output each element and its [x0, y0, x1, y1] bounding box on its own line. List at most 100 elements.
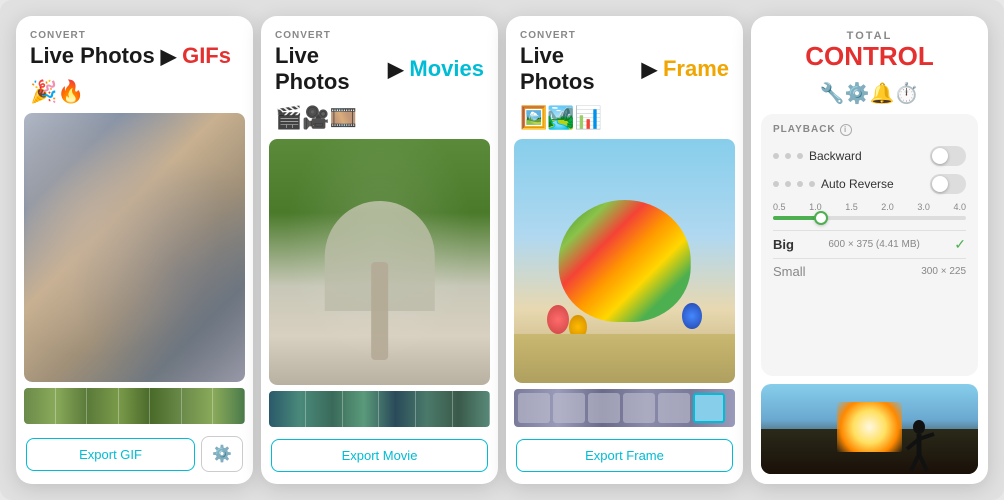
gif-title-row: Live Photos ▶ GIFs [30, 43, 239, 69]
export-movie-button[interactable]: Export Movie [271, 439, 488, 472]
slider-labels: 0.5 1.0 1.5 2.0 3.0 4.0 [773, 202, 966, 212]
frame-thumb-selected[interactable] [693, 393, 725, 423]
gif-image [24, 113, 245, 382]
fwd-dot3 [797, 181, 803, 187]
movie-title-target: Movies [409, 56, 484, 82]
control-header: TOTAL CONTROL [751, 16, 988, 79]
slider-label-30: 3.0 [917, 202, 930, 212]
film-cell [306, 391, 343, 427]
control-title: CONTROL [765, 42, 974, 71]
movie-header: CONVERT Live Photos ▶ Movies [261, 16, 498, 101]
frame-thumb[interactable] [588, 393, 620, 423]
auto-reverse-row: Auto Reverse [773, 174, 966, 194]
gear-icon: ⚙️ [212, 444, 232, 464]
toggle-thumb [932, 148, 948, 164]
film-cell [24, 388, 56, 424]
backward-toggle[interactable] [930, 146, 966, 166]
slider-label-40: 4.0 [953, 202, 966, 212]
fwd-dot2 [785, 181, 791, 187]
backward-label: Backward [809, 149, 862, 163]
frame-header: CONVERT Live Photos ▶ Frame [506, 16, 743, 101]
frame-thumb[interactable] [658, 393, 690, 423]
movie-title-live: Live Photos [275, 43, 382, 95]
size-small-option[interactable]: Small 300 × 225 [773, 258, 966, 284]
frame-arrow: ▶ [642, 57, 657, 82]
gif-arrow: ▶ [161, 44, 176, 69]
backward-dot [773, 153, 779, 159]
frame-footer: Export Frame [506, 433, 743, 484]
small-balloon [682, 303, 702, 330]
control-screen: TOTAL CONTROL 🔧⚙️🔔⏱️ PLAYBACK i Backward [751, 16, 988, 484]
tower-shape [371, 262, 389, 360]
film-cell [343, 391, 380, 427]
control-preview-image [761, 384, 978, 474]
film-cell [87, 388, 119, 424]
frame-image [514, 139, 735, 383]
small-balloon [547, 305, 569, 334]
balloon-photo [514, 139, 735, 383]
auto-reverse-toggle[interactable] [930, 174, 966, 194]
gif-footer: Export GIF ⚙️ [16, 430, 253, 484]
movie-footer: Export Movie [261, 433, 498, 484]
frame-thumb[interactable] [623, 393, 655, 423]
film-cell [416, 391, 453, 427]
person-silhouette [899, 419, 939, 474]
gif-title-target: GIFs [182, 43, 231, 69]
playback-title: PLAYBACK i [773, 124, 966, 136]
gif-footer-row: Export GIF ⚙️ [26, 436, 243, 472]
frame-title-live: Live Photos [520, 43, 636, 95]
slider-label-15: 1.5 [845, 202, 858, 212]
film-cell [182, 388, 214, 424]
frame-filmstrip [514, 389, 735, 427]
film-cell [150, 388, 182, 424]
fwd-dot [773, 181, 779, 187]
film-cell [56, 388, 88, 424]
info-icon[interactable]: i [840, 124, 852, 136]
settings-button[interactable]: ⚙️ [201, 436, 243, 472]
gif-filmstrip [24, 388, 245, 424]
backward-dot3 [797, 153, 803, 159]
playback-panel: PLAYBACK i Backward [761, 114, 978, 376]
slider-thumb[interactable] [814, 211, 828, 225]
gif-title-live: Live Photos [30, 43, 155, 69]
speed-slider-track [773, 216, 966, 220]
gif-icons: 🎉🔥 [16, 75, 253, 113]
frame-title-row: Live Photos ▶ Frame [520, 43, 729, 95]
film-cell [269, 391, 306, 427]
film-cell [213, 388, 245, 424]
frame-thumb[interactable] [518, 393, 550, 423]
bwd-dot-small [809, 181, 815, 187]
frame-title-target: Frame [663, 56, 729, 82]
movie-photo [269, 139, 490, 385]
slider-label-20: 2.0 [881, 202, 894, 212]
size-big-option[interactable]: Big 600 × 375 (4.41 MB) ✓ [773, 230, 966, 258]
control-icons: 🔧⚙️🔔⏱️ [751, 79, 988, 114]
gif-convert-label: CONVERT [30, 30, 239, 41]
movie-filmstrip [269, 391, 490, 427]
movie-convert-label: CONVERT [275, 30, 484, 41]
balloon-shape [558, 200, 691, 322]
gif-screen: CONVERT Live Photos ▶ GIFs 🎉🔥 Export GIF [16, 16, 253, 484]
toggle-thumb [932, 176, 948, 192]
size-small-label: Small [773, 264, 806, 279]
check-icon: ✓ [954, 236, 966, 253]
app-showcase: CONVERT Live Photos ▶ GIFs 🎉🔥 Export GIF [0, 0, 1004, 500]
backward-dot2 [785, 153, 791, 159]
export-gif-button[interactable]: Export GIF [26, 438, 195, 471]
backward-row: Backward [773, 146, 966, 166]
ground [514, 334, 735, 383]
movie-title-row: Live Photos ▶ Movies [275, 43, 484, 95]
movie-icons: 🎬🎥🎞️ [261, 101, 498, 139]
frame-thumb[interactable] [553, 393, 585, 423]
movie-image [269, 139, 490, 385]
movie-screen: CONVERT Live Photos ▶ Movies 🎬🎥🎞️ Ex [261, 16, 498, 484]
speed-slider-container: 0.5 1.0 1.5 2.0 3.0 4.0 [773, 202, 966, 220]
movie-arrow: ▶ [388, 57, 403, 82]
export-frame-button[interactable]: Export Frame [516, 439, 733, 472]
frame-screen: CONVERT Live Photos ▶ Frame 🖼️🏞️📊 [506, 16, 743, 484]
film-cell [453, 391, 490, 427]
size-big-label: Big [773, 237, 794, 252]
size-big-value: 600 × 375 (4.41 MB) [828, 239, 919, 250]
frame-convert-label: CONVERT [520, 30, 729, 41]
backward-label-row: Backward [773, 149, 862, 163]
